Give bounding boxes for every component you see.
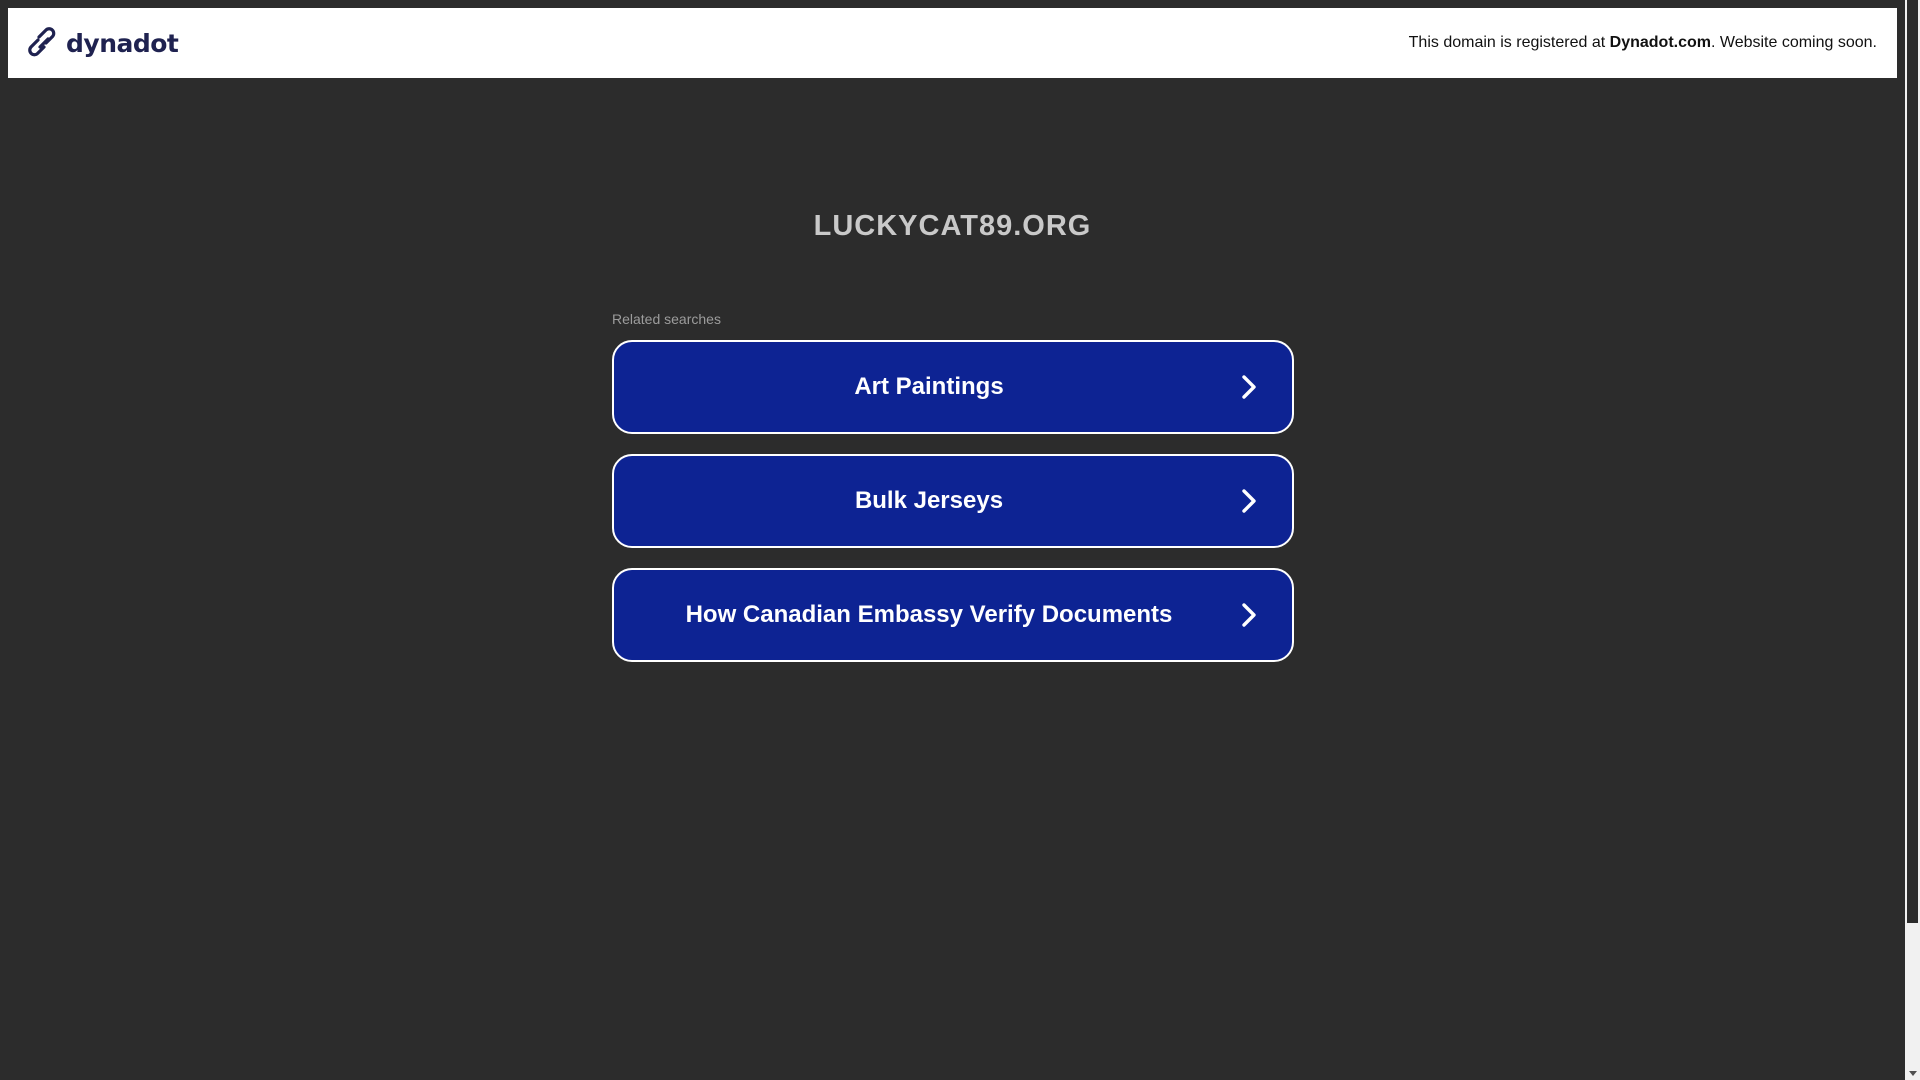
message-suffix: . Website coming soon.	[1710, 34, 1877, 51]
scrollbar-thumb[interactable]	[1907, 0, 1918, 923]
registration-message: This domain is registered at Dynadot.com…	[1409, 34, 1877, 52]
search-link-canadian-embassy[interactable]: How Canadian Embassy Verify Documents	[612, 568, 1294, 662]
top-banner: dynadot This domain is registered at Dyn…	[8, 8, 1897, 78]
domain-title: LUCKYCAT89.ORG	[813, 210, 1092, 242]
dynadot-logo[interactable]: dynadot	[28, 27, 179, 59]
viewport: dynadot This domain is registered at Dyn…	[0, 0, 1920, 1080]
parked-page: dynadot This domain is registered at Dyn…	[0, 0, 1905, 1080]
message-prefix: This domain is registered at	[1408, 34, 1610, 51]
vertical-scrollbar[interactable]	[1905, 0, 1920, 1080]
chevron-right-icon	[1242, 375, 1256, 399]
logo-text: dynadot	[66, 28, 179, 58]
search-link-label: Bulk Jerseys	[854, 487, 1004, 514]
scroll-down-arrow-icon[interactable]	[1909, 1071, 1917, 1076]
search-link-label: How Canadian Embassy Verify Documents	[685, 601, 1173, 628]
search-link-bulk-jerseys[interactable]: Bulk Jerseys	[612, 454, 1294, 548]
message-brand-link[interactable]: Dynadot.com	[1610, 34, 1711, 51]
chevron-right-icon	[1242, 489, 1256, 513]
search-link-label: Art Paintings	[854, 373, 1004, 400]
dynadot-link-icon	[28, 27, 56, 57]
search-link-art-paintings[interactable]: Art Paintings	[612, 340, 1294, 434]
related-searches-label: Related searches	[612, 311, 721, 327]
related-searches: Related searches Art Paintings Bulk Jers…	[612, 309, 1294, 682]
chevron-right-icon	[1242, 603, 1256, 627]
